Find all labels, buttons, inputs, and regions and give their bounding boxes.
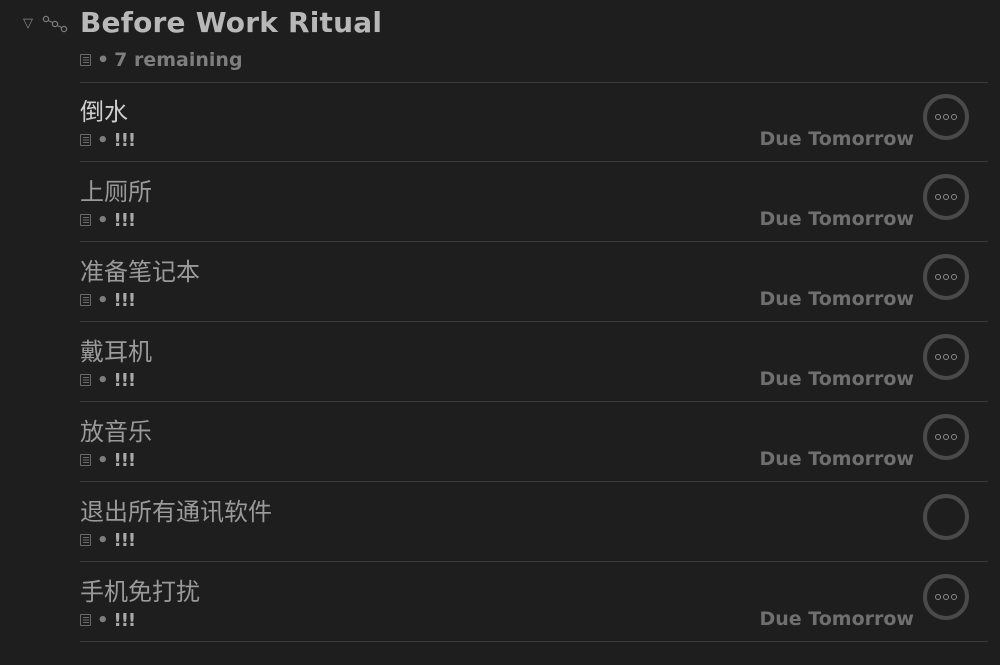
task-meta: •!!! bbox=[80, 208, 137, 232]
note-icon[interactable] bbox=[80, 214, 91, 226]
task-title[interactable]: 准备笔记本 bbox=[80, 252, 200, 287]
meta-separator: • bbox=[97, 529, 109, 551]
meta-separator: • bbox=[97, 209, 109, 231]
row-divider bbox=[80, 641, 988, 642]
task-meta: •!!! bbox=[80, 528, 137, 552]
ellipsis-dot bbox=[943, 114, 949, 120]
task-meta: •!!! bbox=[80, 608, 137, 632]
note-icon[interactable] bbox=[80, 54, 91, 66]
ellipsis-dot bbox=[935, 114, 941, 120]
ellipsis-dot bbox=[951, 354, 957, 360]
task-row[interactable]: 手机免打扰 •!!! Due Tomorrow bbox=[0, 562, 1000, 642]
ellipsis-dot bbox=[943, 274, 949, 280]
task-row[interactable]: 准备笔记本 •!!! Due Tomorrow bbox=[0, 242, 1000, 322]
task-title[interactable]: 放音乐 bbox=[80, 412, 152, 447]
disclosure-triangle-icon[interactable]: ▽ bbox=[20, 16, 36, 32]
task-meta: •!!! bbox=[80, 448, 137, 472]
project-header: ▽ Before Work Ritual • 7 remaining bbox=[0, 0, 1000, 82]
ellipsis-dots bbox=[935, 434, 957, 440]
remaining-count: 7 remaining bbox=[114, 49, 243, 71]
project-meta: • 7 remaining bbox=[80, 48, 243, 72]
task-title[interactable]: 上厕所 bbox=[80, 172, 152, 207]
priority-flag: !!! bbox=[113, 209, 137, 231]
ellipsis-dot bbox=[951, 594, 957, 600]
ellipsis-circle-icon[interactable] bbox=[923, 174, 969, 220]
ellipsis-dot bbox=[951, 434, 957, 440]
note-icon[interactable] bbox=[80, 454, 91, 466]
note-icon[interactable] bbox=[80, 134, 91, 146]
meta-separator: • bbox=[97, 449, 109, 471]
ellipsis-circle-icon[interactable] bbox=[923, 254, 969, 300]
task-row[interactable]: 倒水 •!!! Due Tomorrow bbox=[0, 82, 1000, 162]
due-date-label: Due Tomorrow bbox=[759, 208, 915, 230]
ellipsis-circle-icon[interactable] bbox=[923, 414, 969, 460]
due-date-label: Due Tomorrow bbox=[759, 288, 915, 310]
ellipsis-circle-icon[interactable] bbox=[923, 574, 969, 620]
meta-separator: • bbox=[97, 289, 109, 311]
project-sequential-icon bbox=[42, 15, 68, 33]
priority-flag: !!! bbox=[113, 289, 137, 311]
meta-separator: • bbox=[97, 609, 109, 631]
task-meta: •!!! bbox=[80, 128, 137, 152]
due-date-label: Due Tomorrow bbox=[759, 608, 915, 630]
ellipsis-dot bbox=[935, 434, 941, 440]
ellipsis-circle-icon[interactable] bbox=[923, 94, 969, 140]
task-title[interactable]: 戴耳机 bbox=[80, 332, 152, 367]
task-title[interactable]: 退出所有通讯软件 bbox=[80, 492, 272, 527]
task-title[interactable]: 倒水 bbox=[80, 92, 128, 127]
ellipsis-dot bbox=[935, 274, 941, 280]
priority-flag: !!! bbox=[113, 529, 137, 551]
note-icon[interactable] bbox=[80, 294, 91, 306]
note-icon[interactable] bbox=[80, 614, 91, 626]
ellipsis-circle-icon[interactable] bbox=[923, 334, 969, 380]
ellipsis-dot bbox=[943, 434, 949, 440]
project-title[interactable]: Before Work Ritual bbox=[80, 6, 382, 39]
note-icon[interactable] bbox=[80, 374, 91, 386]
ellipsis-dot bbox=[943, 594, 949, 600]
ellipsis-dots bbox=[935, 354, 957, 360]
meta-separator: • bbox=[97, 129, 109, 151]
ellipsis-dots bbox=[935, 274, 957, 280]
ellipsis-dot bbox=[951, 114, 957, 120]
due-date-label: Due Tomorrow bbox=[759, 448, 915, 470]
priority-flag: !!! bbox=[113, 369, 137, 391]
due-date-label: Due Tomorrow bbox=[759, 368, 915, 390]
ellipsis-dot bbox=[935, 354, 941, 360]
priority-flag: !!! bbox=[113, 609, 137, 631]
meta-separator: • bbox=[97, 49, 110, 71]
ellipsis-dots bbox=[935, 194, 957, 200]
task-row[interactable]: 戴耳机 •!!! Due Tomorrow bbox=[0, 322, 1000, 402]
empty-circle-icon[interactable] bbox=[923, 494, 969, 540]
meta-separator: • bbox=[97, 369, 109, 391]
ellipsis-dot bbox=[951, 194, 957, 200]
task-row[interactable]: 放音乐 •!!! Due Tomorrow bbox=[0, 402, 1000, 482]
task-meta: •!!! bbox=[80, 368, 137, 392]
ellipsis-dot bbox=[943, 354, 949, 360]
priority-flag: !!! bbox=[113, 129, 137, 151]
ellipsis-dot bbox=[935, 194, 941, 200]
note-icon[interactable] bbox=[80, 534, 91, 546]
ellipsis-dots bbox=[935, 594, 957, 600]
priority-flag: !!! bbox=[113, 449, 137, 471]
ellipsis-dot bbox=[935, 594, 941, 600]
ellipsis-dots bbox=[935, 114, 957, 120]
task-title[interactable]: 手机免打扰 bbox=[80, 572, 200, 607]
ellipsis-dot bbox=[951, 274, 957, 280]
task-meta: •!!! bbox=[80, 288, 137, 312]
task-row[interactable]: 退出所有通讯软件 •!!! bbox=[0, 482, 1000, 562]
task-row[interactable]: 上厕所 •!!! Due Tomorrow bbox=[0, 162, 1000, 242]
ellipsis-dot bbox=[943, 194, 949, 200]
task-list: 倒水 •!!! Due Tomorrow 上厕所 •!!! Due Tomorrow 准备笔… bbox=[0, 82, 1000, 642]
due-date-label: Due Tomorrow bbox=[759, 128, 915, 150]
